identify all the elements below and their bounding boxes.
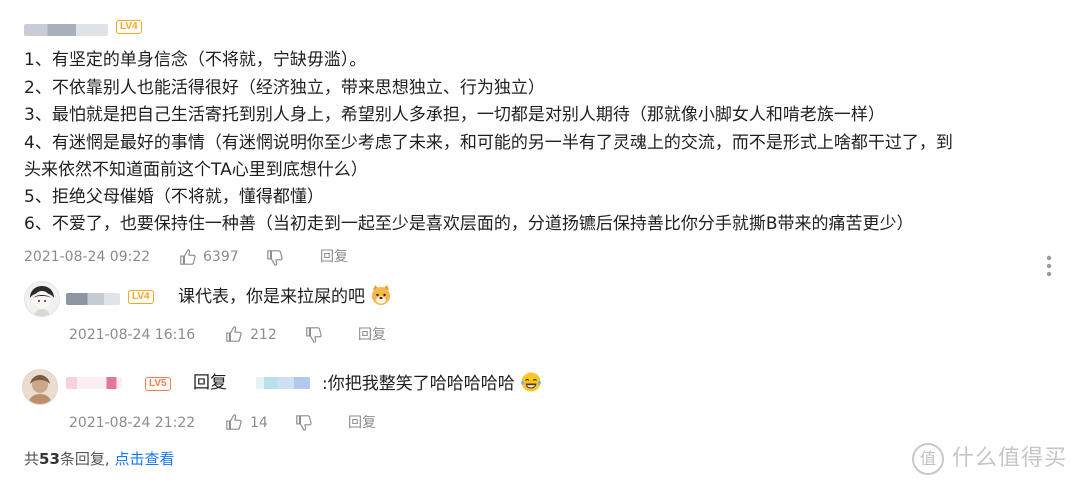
watermark-logo-char: 值: [919, 449, 936, 468]
reply-text: 课代表，你是来拉屎的吧: [178, 284, 392, 309]
like-count: 6397: [203, 249, 239, 265]
comment-line: 4、有迷惘是最好的事情（有迷惘说明你至少考虑了未来，和可能的另一半有了灵魂上的交…: [24, 133, 953, 153]
comment-line: 3、最怕就是把自己生活寄托到别人身上，希望别人多承担，一切都是对别人期待（那就像…: [24, 105, 885, 125]
timestamp: 2021-08-24 09:22: [24, 249, 151, 265]
total-count: 53: [39, 450, 60, 468]
watermark: 值 什么值得买: [912, 443, 1072, 475]
thumbs-up-icon[interactable]: [225, 325, 243, 343]
username-blurred[interactable]: [24, 24, 108, 36]
reply-button[interactable]: 回复: [348, 414, 376, 432]
reply-prefix: 回复: [193, 373, 227, 393]
reply-count-summary: 共53条回复, 点击查看: [24, 449, 174, 469]
thumbs-up-icon[interactable]: [225, 413, 243, 431]
watermark-text: 什么值得买: [952, 446, 1068, 471]
reply-target-username-blurred[interactable]: [256, 377, 310, 389]
tears-of-joy-emoji: [521, 372, 541, 392]
comment-line: 头来依然不知道面前这个TA心里到底想什么）: [24, 160, 368, 180]
avatar[interactable]: [22, 369, 58, 405]
level-badge: LV4: [128, 290, 154, 304]
reply-button[interactable]: 回复: [320, 248, 348, 266]
dog-face-emoji: [372, 285, 391, 305]
username-blurred[interactable]: [66, 293, 120, 305]
more-options-icon[interactable]: [1046, 255, 1052, 277]
comment-line: 6、不爱了，也要保持住一种善（当初走到一起至少是喜欢层面的，分道扬镳后保持善比你…: [24, 214, 914, 234]
username-blurred[interactable]: [66, 377, 122, 389]
reply-button[interactable]: 回复: [358, 326, 386, 344]
view-replies-link[interactable]: 点击查看: [114, 450, 174, 468]
level-badge: LV5: [145, 377, 171, 391]
thumbs-up-icon[interactable]: [179, 248, 197, 266]
thumbs-down-icon[interactable]: [266, 249, 284, 267]
reply-content: 课代表，你是来拉屎的吧: [178, 287, 365, 307]
total-suffix: 条回复,: [59, 450, 110, 468]
timestamp: 2021-08-24 16:16: [69, 327, 196, 343]
level-badge: LV4: [116, 20, 142, 34]
reply-text: :你把我整笑了哈哈哈哈哈: [322, 371, 542, 396]
comment-line: 2、不依靠别人也能活得很好（经济独立，带来思想独立、行为独立）: [24, 78, 545, 98]
thumbs-down-icon[interactable]: [305, 326, 323, 344]
total-prefix: 共: [24, 450, 40, 468]
watermark-logo-icon: 值: [912, 443, 944, 475]
reply-content: :你把我整笑了哈哈哈哈哈: [322, 374, 515, 394]
avatar[interactable]: [24, 281, 60, 317]
timestamp: 2021-08-24 21:22: [69, 415, 196, 431]
like-count: 14: [250, 415, 268, 431]
thumbs-down-icon[interactable]: [295, 414, 313, 432]
comment-line: 5、拒绝父母催婚（不将就，懂得都懂）: [24, 187, 324, 207]
comment-line: 1、有坚定的单身信念（不将就，宁缺毋滥）。: [24, 50, 367, 70]
like-count: 212: [250, 327, 277, 343]
